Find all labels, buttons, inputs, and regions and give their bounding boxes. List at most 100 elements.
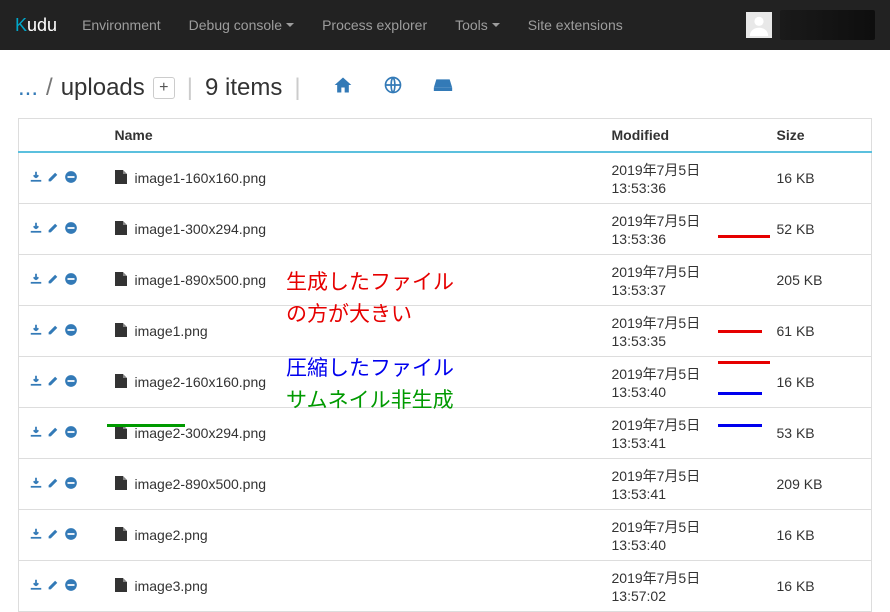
col-modified[interactable]: Modified [602, 119, 767, 153]
nav-label: Site extensions [528, 17, 623, 33]
file-modified: 2019年7月5日 13:53:41 [602, 408, 767, 459]
download-icon[interactable] [29, 425, 43, 442]
file-name[interactable]: image1-890x500.png [135, 272, 267, 288]
edit-icon[interactable] [47, 221, 60, 237]
file-icon [115, 578, 127, 595]
file-icon [115, 476, 127, 493]
chevron-down-icon [286, 23, 294, 27]
download-icon[interactable] [29, 578, 43, 595]
file-name[interactable]: image2-890x500.png [135, 476, 267, 492]
nav-process-explorer[interactable]: Process explorer [322, 17, 427, 33]
nav-label: Tools [455, 17, 488, 33]
table-row: image1-890x500.png 2019年7月5日 13:53:37205 … [19, 255, 872, 306]
edit-icon[interactable] [47, 374, 60, 390]
nav-environment[interactable]: Environment [82, 17, 161, 33]
delete-icon[interactable] [64, 323, 78, 340]
download-icon[interactable] [29, 527, 43, 544]
col-name[interactable]: Name [105, 119, 602, 153]
globe-icon[interactable] [383, 74, 403, 102]
delete-icon[interactable] [64, 476, 78, 493]
file-modified: 2019年7月5日 13:53:35 [602, 306, 767, 357]
edit-icon[interactable] [47, 425, 60, 441]
file-icon [115, 374, 127, 391]
file-name[interactable]: image1.png [135, 323, 208, 339]
table-row: image2.png 2019年7月5日 13:53:4016 KB [19, 510, 872, 561]
file-icon [115, 527, 127, 544]
nav-label: Environment [82, 17, 161, 33]
delete-icon[interactable] [64, 170, 78, 187]
file-modified: 2019年7月5日 13:53:41 [602, 459, 767, 510]
table-row: image1-160x160.png 2019年7月5日 13:53:3616 K… [19, 152, 872, 204]
edit-icon[interactable] [47, 578, 60, 594]
file-size: 16 KB [767, 357, 872, 408]
item-count: 9 items [205, 74, 282, 102]
add-button[interactable]: + [153, 77, 175, 99]
breadcrumb-segment: uploads [61, 74, 145, 102]
chevron-down-icon [492, 23, 500, 27]
edit-icon[interactable] [47, 323, 60, 339]
delete-icon[interactable] [64, 578, 78, 595]
file-size: 16 KB [767, 561, 872, 612]
download-icon[interactable] [29, 170, 43, 187]
nav-site-extensions[interactable]: Site extensions [528, 17, 623, 33]
file-icon [115, 170, 127, 187]
edit-icon[interactable] [47, 527, 60, 543]
download-icon[interactable] [29, 272, 43, 289]
delete-icon[interactable] [64, 221, 78, 238]
edit-icon[interactable] [47, 272, 60, 288]
breadcrumb: ... / uploads + [18, 74, 175, 102]
file-name[interactable]: image2.png [135, 527, 208, 543]
file-size: 52 KB [767, 204, 872, 255]
edit-icon[interactable] [47, 476, 60, 492]
file-modified: 2019年7月5日 13:53:36 [602, 204, 767, 255]
table-row: image1.png 2019年7月5日 13:53:3561 KB [19, 306, 872, 357]
disk-icon[interactable] [433, 74, 453, 102]
delete-icon[interactable] [64, 425, 78, 442]
file-icon [115, 221, 127, 238]
file-icon [115, 272, 127, 289]
file-name[interactable]: image2-300x294.png [135, 425, 267, 441]
download-icon[interactable] [29, 323, 43, 340]
brand-logo: Kudu [15, 15, 57, 36]
file-table-wrap: Name Modified Size image1-160x160.png 201… [0, 118, 890, 612]
table-row: image2-300x294.png2019年7月5日 13:53:4153 K… [19, 408, 872, 459]
edit-icon[interactable] [47, 170, 60, 186]
breadcrumb-bar: ... / uploads + | 9 items | [0, 50, 890, 118]
download-icon[interactable] [29, 374, 43, 391]
table-row: image3.png 2019年7月5日 13:57:0216 KB [19, 561, 872, 612]
file-size: 209 KB [767, 459, 872, 510]
table-row: image2-890x500.png 2019年7月5日 13:53:41209 … [19, 459, 872, 510]
file-modified: 2019年7月5日 13:53:36 [602, 152, 767, 204]
delete-icon[interactable] [64, 374, 78, 391]
table-row: image2-160x160.png 2019年7月5日 13:53:4016 K… [19, 357, 872, 408]
file-modified: 2019年7月5日 13:53:40 [602, 357, 767, 408]
download-icon[interactable] [29, 221, 43, 238]
file-name[interactable]: image1-300x294.png [135, 221, 267, 237]
file-name[interactable]: image1-160x160.png [135, 170, 267, 186]
file-size: 205 KB [767, 255, 872, 306]
file-table: Name Modified Size image1-160x160.png 201… [18, 118, 872, 612]
delete-icon[interactable] [64, 527, 78, 544]
file-modified: 2019年7月5日 13:53:37 [602, 255, 767, 306]
file-size: 61 KB [767, 306, 872, 357]
file-name[interactable]: image2-160x160.png [135, 374, 267, 390]
nav-label: Debug console [189, 17, 282, 33]
file-modified: 2019年7月5日 13:53:40 [602, 510, 767, 561]
person-icon [748, 14, 770, 36]
breadcrumb-root[interactable]: ... [18, 74, 38, 102]
delete-icon[interactable] [64, 272, 78, 289]
home-icon[interactable] [333, 74, 353, 102]
user-menu[interactable] [780, 10, 875, 40]
file-name[interactable]: image3.png [135, 578, 208, 594]
file-icon [115, 425, 127, 442]
avatar[interactable] [746, 12, 772, 38]
file-icon [115, 323, 127, 340]
download-icon[interactable] [29, 476, 43, 493]
col-size[interactable]: Size [767, 119, 872, 153]
nav-tools[interactable]: Tools [455, 17, 500, 33]
file-size: 16 KB [767, 152, 872, 204]
nav-debug-console[interactable]: Debug console [189, 17, 294, 33]
nav-label: Process explorer [322, 17, 427, 33]
file-size: 16 KB [767, 510, 872, 561]
file-modified: 2019年7月5日 13:57:02 [602, 561, 767, 612]
